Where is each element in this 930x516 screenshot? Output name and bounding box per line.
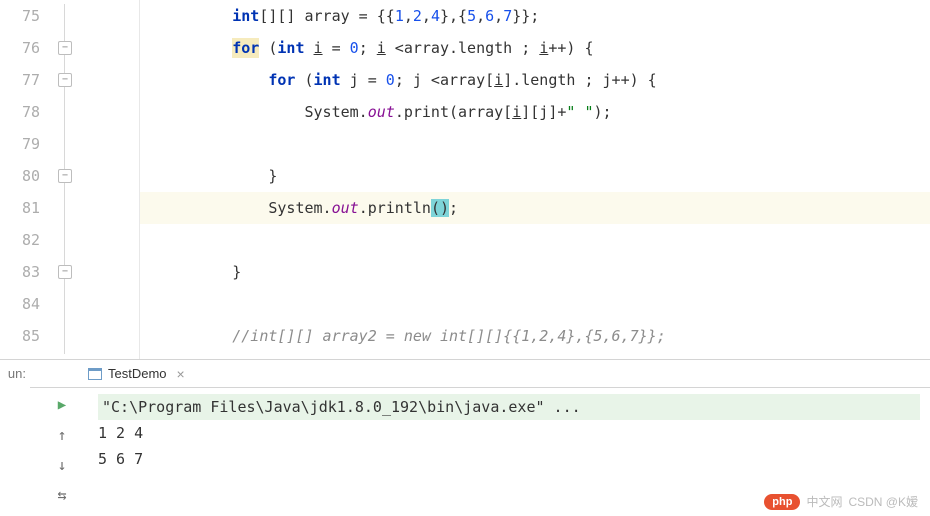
code-line[interactable]: //int[][] array2 = new int[][]{{1,2,4},{… <box>140 320 930 352</box>
rerun-button[interactable]: ▶ <box>51 394 73 416</box>
code-line[interactable] <box>140 128 930 160</box>
run-tab-testdemo[interactable]: TestDemo × <box>78 362 195 386</box>
console-line: 1 2 4 <box>98 420 920 446</box>
console-line: 5 6 7 <box>98 446 920 472</box>
run-label: un: <box>0 360 30 516</box>
scroll-up-button[interactable]: ↑ <box>51 424 73 446</box>
line-number-gutter: 7576777879808182838485 <box>0 0 50 359</box>
code-line[interactable] <box>140 224 930 256</box>
close-icon[interactable]: × <box>177 366 185 382</box>
line-number: 79 <box>0 128 40 160</box>
line-number: 81 <box>0 192 40 224</box>
fold-close-icon[interactable]: − <box>58 265 72 279</box>
code-line[interactable]: System.out.print(array[i][j]+" "); <box>140 96 930 128</box>
run-toolbar: ▶ ↑ ↓ ⇆ <box>30 388 88 516</box>
line-number: 82 <box>0 224 40 256</box>
fold-close-icon[interactable]: − <box>58 169 72 183</box>
application-icon <box>88 368 102 380</box>
code-line[interactable]: for (int i = 0; i <array.length ; i++) { <box>140 32 930 64</box>
line-number: 75 <box>0 0 40 32</box>
watermark: php 中文网 CSDN @K嫒 <box>764 493 918 510</box>
line-number: 83 <box>0 256 40 288</box>
console-command: "C:\Program Files\Java\jdk1.8.0_192\bin\… <box>98 394 920 420</box>
scroll-down-button[interactable]: ↓ <box>51 454 73 476</box>
fold-open-icon[interactable]: − <box>58 73 72 87</box>
soft-wrap-button[interactable]: ⇆ <box>51 484 73 506</box>
code-line[interactable]: } <box>140 160 930 192</box>
fold-open-icon[interactable]: − <box>58 41 72 55</box>
code-editor[interactable]: 7576777879808182838485 − − − − int[][] arra… <box>0 0 930 360</box>
code-line[interactable]: System.out.println(); <box>140 192 930 224</box>
code-line[interactable]: } <box>140 256 930 288</box>
line-number: 84 <box>0 288 40 320</box>
tab-label: TestDemo <box>108 366 167 381</box>
code-line[interactable]: for (int j = 0; j <array[i].length ; j++… <box>140 64 930 96</box>
line-number: 80 <box>0 160 40 192</box>
code-line[interactable]: int[][] array = {{1,2,4},{5,6,7}}; <box>140 0 930 32</box>
run-tabs: TestDemo × <box>30 360 930 388</box>
code-line[interactable] <box>140 288 930 320</box>
line-number: 76 <box>0 32 40 64</box>
line-number: 77 <box>0 64 40 96</box>
line-number: 78 <box>0 96 40 128</box>
fold-gutter[interactable]: − − − − <box>50 0 140 359</box>
line-number: 85 <box>0 320 40 352</box>
code-area[interactable]: int[][] array = {{1,2,4},{5,6,7}}; for (… <box>140 0 930 359</box>
